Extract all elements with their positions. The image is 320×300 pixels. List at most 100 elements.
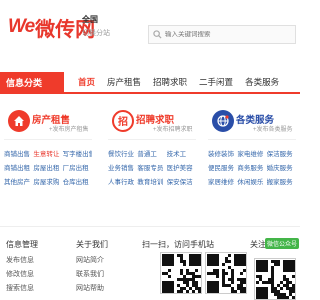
category-link[interactable]: 业务销售: [108, 162, 137, 172]
category-link[interactable]: 家电维修: [237, 148, 266, 158]
footer-link[interactable]: 网站帮助: [76, 283, 108, 293]
nav-item-jobs[interactable]: 招聘求职: [147, 72, 193, 92]
category-housing: 房产租售 +发布房产租售 商铺出售 生意转让 写字楼出售 商铺出租 房屋出租 厂…: [4, 102, 92, 186]
category-link[interactable]: 教育培训: [137, 176, 166, 186]
footer-link[interactable]: 网站简介: [76, 255, 108, 265]
qr-module: [243, 290, 246, 293]
footer-link[interactable]: 搜索信息: [6, 283, 38, 293]
nav-item-home[interactable]: 首页: [72, 72, 101, 92]
wechat-label: 微信公众号: [265, 238, 300, 249]
category-link[interactable]: 商铺出售: [4, 148, 33, 158]
category-link[interactable]: 房屋求购: [33, 176, 62, 186]
qr-module: [243, 263, 246, 266]
qr-module: [225, 272, 228, 275]
post-link[interactable]: +发布招聘求职: [153, 124, 193, 133]
mobile-qr-code: [205, 252, 247, 294]
category-header: 招 招聘求职 +发布招聘求职: [108, 102, 196, 140]
search-box[interactable]: [148, 25, 296, 44]
globe-icon: [212, 110, 234, 132]
qr-module: [228, 254, 231, 257]
qr-module: [256, 281, 259, 284]
qr-module: [243, 269, 246, 272]
category-link[interactable]: 商铺出租: [4, 162, 33, 172]
category-link[interactable]: 保洁服务: [267, 148, 296, 158]
logo-we: We: [8, 16, 35, 37]
qr-module: [286, 296, 289, 299]
category-link[interactable]: 仓库出租: [63, 176, 92, 186]
qr-module: [216, 263, 219, 266]
category-link[interactable]: 搬家服务: [267, 176, 296, 186]
category-links: 商铺出售 生意转让 写字楼出售 商铺出租 房屋出租 厂房出租 其他房产 房屋求购…: [4, 140, 92, 186]
qr-module: [180, 290, 183, 293]
footer-link[interactable]: 联系我们: [76, 269, 108, 279]
qr-module: [198, 263, 201, 266]
wechat-qr-code: [254, 258, 296, 300]
nav-item-secondhand[interactable]: 二手闲置: [193, 72, 239, 92]
nav-item-services[interactable]: 各类服务: [239, 72, 285, 92]
footer-link[interactable]: 发布信息: [6, 255, 38, 265]
category-link[interactable]: 婚庆服务: [267, 162, 296, 172]
svg-text:招: 招: [118, 115, 128, 128]
search-icon[interactable]: [149, 26, 165, 43]
category-link[interactable]: 装修装饰: [208, 148, 237, 158]
footer-column-title: 关于我们: [76, 240, 108, 249]
category-services: 各类服务 +发布各类服务 装修装饰 家电维修 保洁服务 便民服务 商务服务 婚庆…: [208, 102, 296, 186]
city-switch-link[interactable]: 切换分站: [82, 28, 122, 38]
qr-module: [216, 290, 219, 293]
qr-module: [198, 275, 201, 278]
category-link[interactable]: 医护美容: [167, 162, 196, 172]
city-selector[interactable]: 全国 切换分站: [82, 14, 122, 38]
qr-module: [292, 275, 295, 278]
qr-module: [243, 281, 246, 284]
category-link[interactable]: 家居维修: [208, 176, 237, 186]
qr-module: [280, 287, 283, 290]
category-link[interactable]: 客服专员: [137, 162, 166, 172]
category-link[interactable]: 其他房产: [4, 176, 33, 186]
qr-module: [292, 290, 295, 293]
category-menu-button[interactable]: 信息分类: [0, 72, 64, 92]
qr-module: [171, 263, 174, 266]
footer-link[interactable]: 修改信息: [6, 269, 38, 279]
page: We 微传网 全国 切换分站 信息分类 首页 房产租售 招聘求职 二手闲置 各类…: [0, 0, 300, 300]
post-link[interactable]: +发布房产租售: [49, 124, 89, 133]
category-link[interactable]: 商务服务: [237, 162, 266, 172]
qr-module: [265, 296, 268, 299]
category-link[interactable]: 写字楼出售: [63, 148, 92, 158]
qr-module: [222, 263, 225, 266]
category-link[interactable]: 餐饮行业: [108, 148, 137, 158]
category-link[interactable]: 保安保洁: [167, 176, 196, 186]
category-link[interactable]: 厂房出租: [63, 162, 92, 172]
category-link[interactable]: 便民服务: [208, 162, 237, 172]
nav-items: 首页 房产租售 招聘求职 二手闲置 各类服务: [72, 72, 285, 92]
footer-about-column: 关于我们 网站简介 联系我们 网站帮助: [76, 239, 108, 297]
qr-module: [192, 290, 195, 293]
house-icon: [8, 110, 30, 132]
category-link[interactable]: 休闲娱乐: [237, 176, 266, 186]
footer-info-column: 信息管理 发布信息 修改信息 搜索信息: [6, 239, 38, 297]
search-input[interactable]: [165, 31, 285, 38]
category-links: 餐饮行业 普通工 技术工 业务销售 客服专员 医护美容 人事行政 教育培训 保安…: [108, 140, 196, 186]
category-link[interactable]: 技术工: [167, 148, 196, 158]
mobile-qr-code: [160, 252, 202, 294]
qr-module: [168, 275, 171, 278]
qr-module: [240, 272, 243, 275]
category-header: 各类服务 +发布各类服务: [208, 102, 296, 140]
qr-module: [195, 269, 198, 272]
category-link[interactable]: 生意转让: [33, 148, 62, 158]
nav-item-housing[interactable]: 房产租售: [101, 72, 147, 92]
qr-module: [171, 290, 174, 293]
post-link[interactable]: +发布各类服务: [253, 124, 293, 133]
category-link[interactable]: 人事行政: [108, 176, 137, 186]
header: We 微传网 全国 切换分站: [0, 0, 300, 62]
category-links: 装修装饰 家电维修 保洁服务 便民服务 商务服务 婚庆服务 家居维修 休闲娱乐 …: [208, 140, 296, 186]
category-jobs: 招 招聘求职 +发布招聘求职 餐饮行业 普通工 技术工 业务销售 客服专员 医护…: [108, 102, 196, 186]
footer-column-title: 信息管理: [6, 240, 38, 249]
recruit-icon: 招: [112, 110, 134, 132]
category-link[interactable]: 房屋出租: [33, 162, 62, 172]
main-nav: 信息分类 首页 房产租售 招聘求职 二手闲置 各类服务: [0, 72, 300, 94]
qr-module: [292, 269, 295, 272]
category-link[interactable]: 普通工: [137, 148, 166, 158]
city-name: 全国: [82, 15, 98, 24]
footer-column-title: 扫一扫，访问手机站: [142, 240, 214, 249]
qr-module: [168, 269, 171, 272]
